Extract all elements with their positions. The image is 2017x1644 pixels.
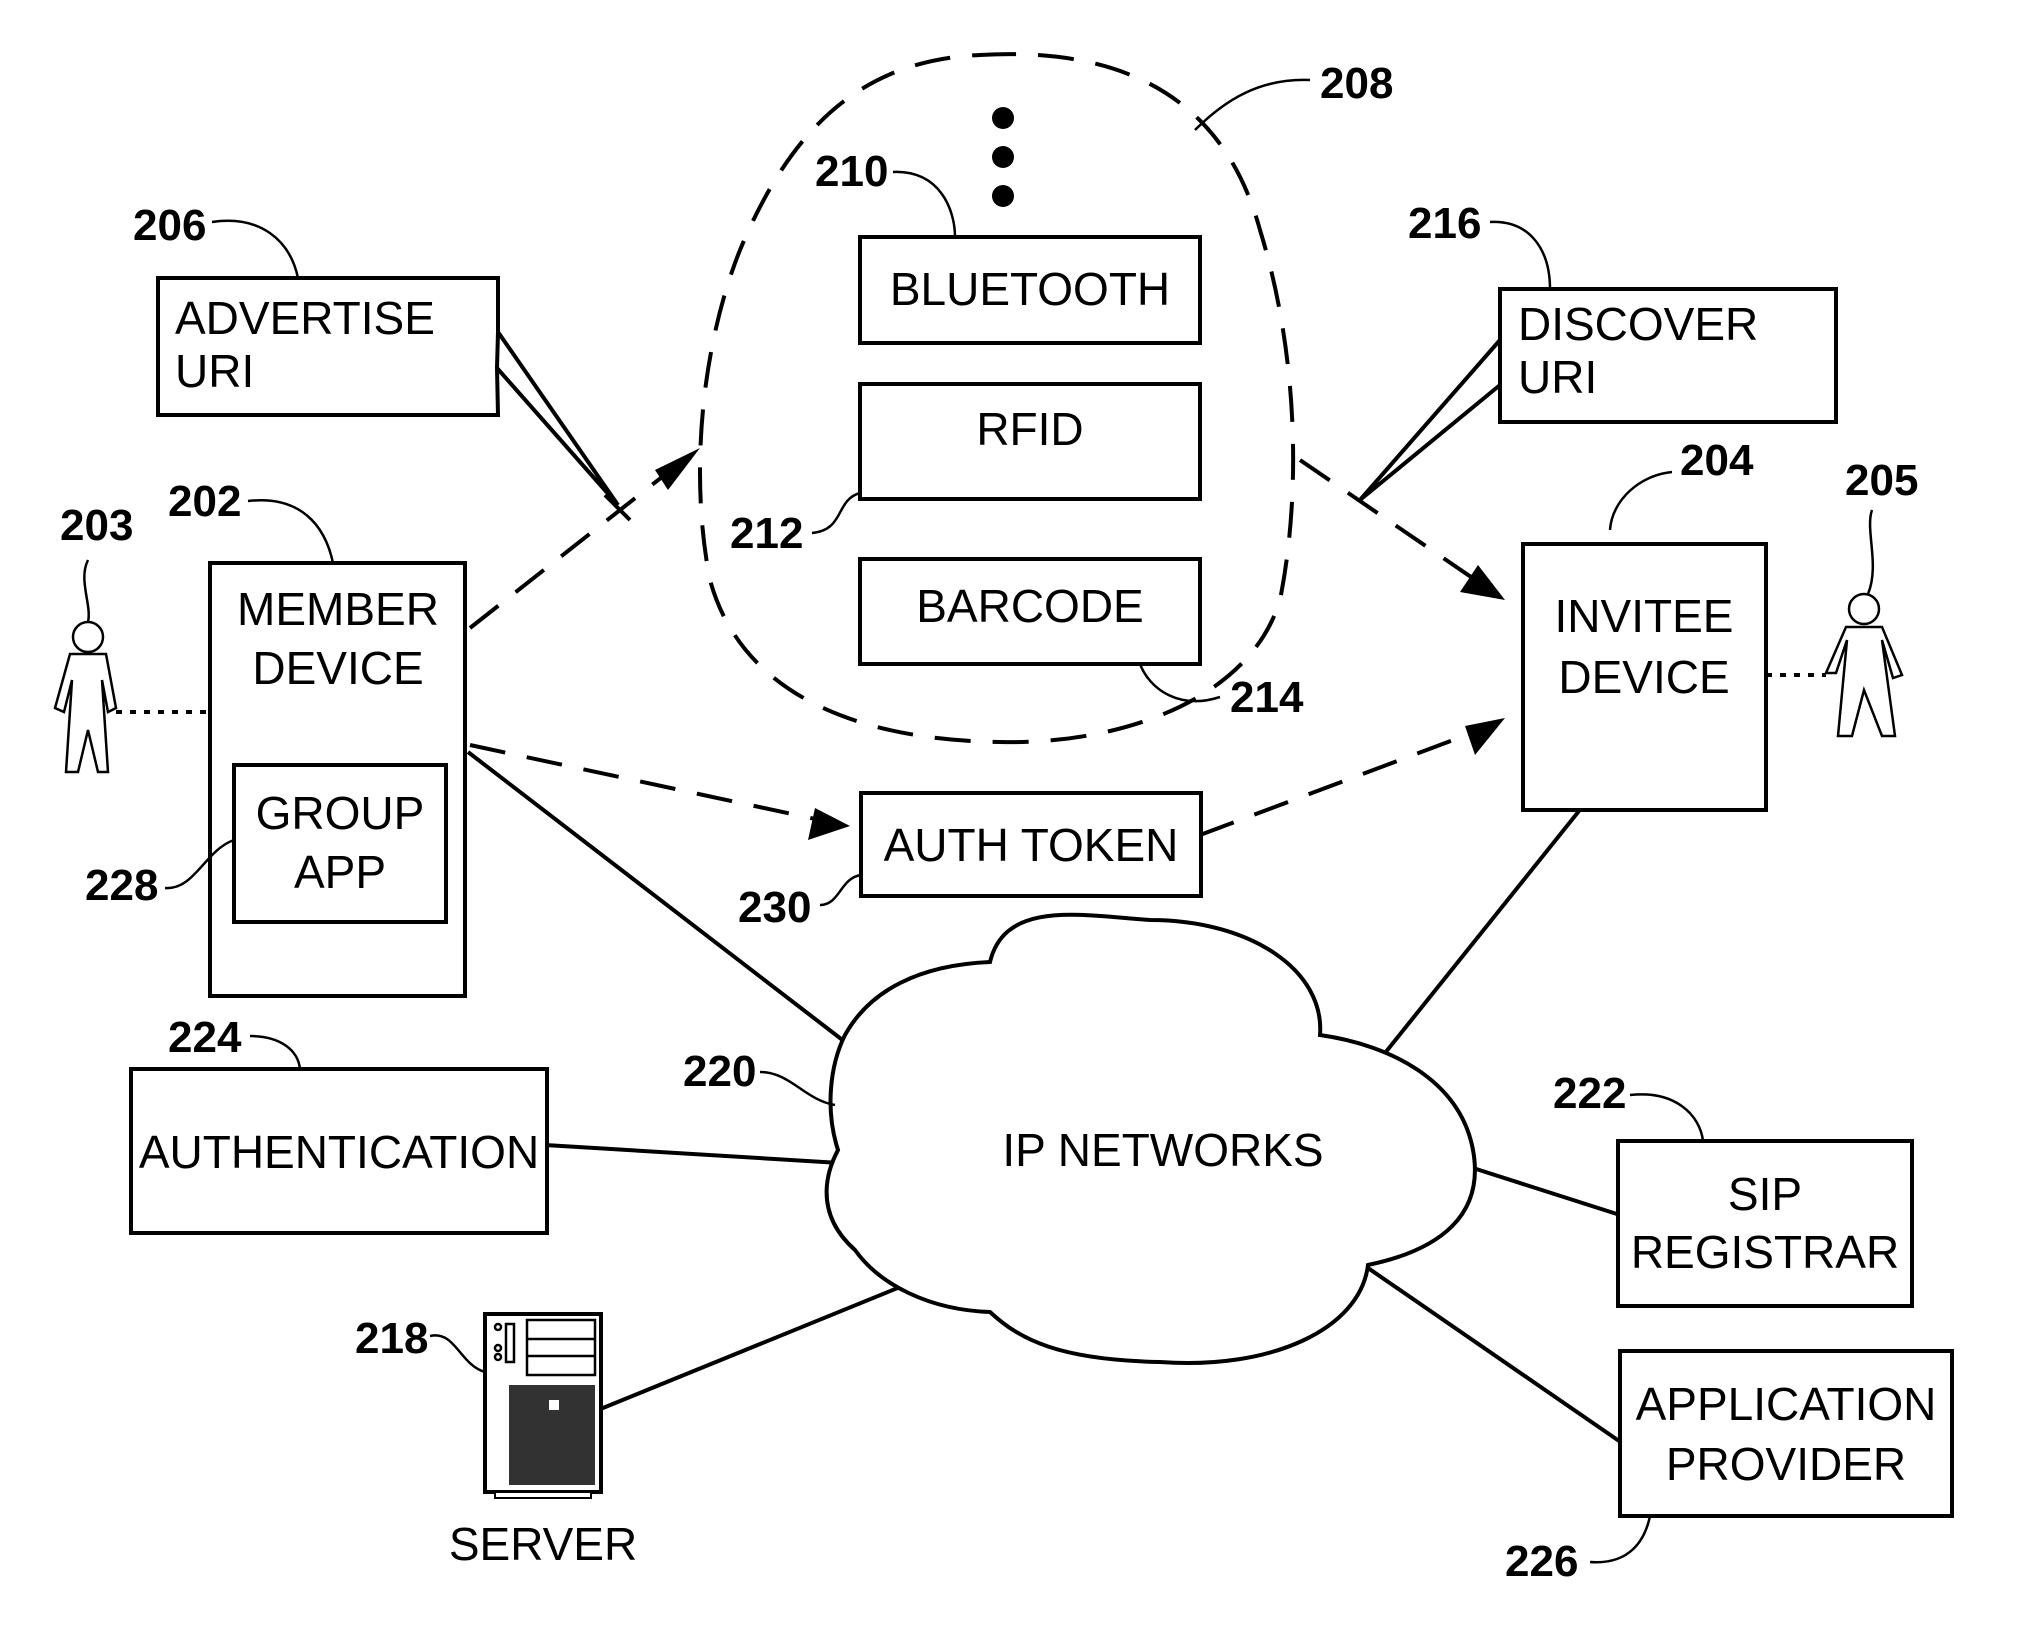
application-provider-box: APPLICATION PROVIDER <box>1618 1349 1954 1518</box>
leader-222 <box>1629 1093 1705 1142</box>
ref-226: 226 <box>1505 1537 1578 1586</box>
barcode-label: BARCODE <box>916 580 1143 632</box>
ref-222: 222 <box>1553 1069 1626 1118</box>
arrowhead <box>655 448 700 490</box>
member-device-label-2: DEVICE <box>252 642 423 694</box>
barcode-box: BARCODE <box>858 557 1202 666</box>
ref-228: 228 <box>85 861 158 910</box>
authentication-label: AUTHENTICATION <box>139 1126 539 1178</box>
leader-203 <box>83 559 90 623</box>
invitee-device-label: INVITEE <box>1555 590 1734 642</box>
leader-216 <box>1489 220 1552 290</box>
network-diagram: ADVERTISE URI DISCOVER URI MEMBER DEVICE… <box>53 52 1954 1586</box>
leader-226 <box>1589 1515 1652 1564</box>
ref-220: 220 <box>683 1047 756 1096</box>
token-to-invitee-arrow <box>1199 728 1481 837</box>
group-app-label: GROUP <box>256 787 425 839</box>
ref-210: 210 <box>815 147 888 196</box>
arrowhead <box>1460 565 1505 600</box>
member-to-token-arrow <box>469 743 821 822</box>
application-provider-label: APPLICATION <box>1636 1378 1937 1430</box>
leader-202 <box>247 498 335 564</box>
ref-202: 202 <box>168 477 241 526</box>
ref-216: 216 <box>1408 199 1481 248</box>
leader-208 <box>1194 78 1311 131</box>
leader-204 <box>1608 470 1673 531</box>
ip-networks-cloud: IP NETWORKS <box>824 912 1477 1365</box>
leader-230 <box>819 873 862 907</box>
server-label: SERVER <box>449 1518 637 1570</box>
ref-224: 224 <box>168 1013 242 1062</box>
advertise-uri-label: ADVERTISE <box>175 292 435 344</box>
discover-callout-tail <box>1358 338 1502 502</box>
app-provider-to-network-line <box>1366 1266 1624 1445</box>
ref-204: 204 <box>1680 436 1754 485</box>
ref-205: 205 <box>1845 456 1918 505</box>
group-app-label-2: APP <box>294 846 386 898</box>
discover-uri-label: DISCOVER <box>1518 298 1758 350</box>
authentication-box: AUTHENTICATION <box>129 1067 549 1235</box>
member-to-channels-arrow <box>468 453 692 630</box>
leader-212 <box>811 491 861 535</box>
ip-networks-label: IP NETWORKS <box>1002 1124 1323 1176</box>
ref-230: 230 <box>738 883 811 932</box>
bluetooth-box: BLUETOOTH <box>858 235 1202 345</box>
ref-214: 214 <box>1230 673 1304 722</box>
ref-208: 208 <box>1320 59 1393 108</box>
auth-token-box: AUTH TOKEN <box>859 791 1203 898</box>
leader-220 <box>759 1070 836 1107</box>
server-icon <box>483 1312 603 1499</box>
advertise-uri-box: ADVERTISE URI <box>156 276 501 417</box>
channels-to-invitee-arrow <box>1298 458 1492 592</box>
sip-to-network-line <box>1472 1166 1621 1217</box>
bluetooth-label: BLUETOOTH <box>890 263 1170 315</box>
arrowhead <box>1465 718 1505 755</box>
ref-206: 206 <box>133 201 206 250</box>
sip-registrar-label: SIP <box>1728 1168 1802 1220</box>
advertise-uri-label-2: URI <box>175 345 254 397</box>
rfid-label: RFID <box>976 403 1083 455</box>
leader-224 <box>249 1034 302 1070</box>
discover-uri-label-2: URI <box>1518 351 1597 403</box>
rfid-box: RFID <box>858 382 1202 501</box>
person-icon <box>53 620 118 774</box>
leader-218 <box>429 1334 486 1374</box>
authentication-to-network-line <box>544 1143 841 1165</box>
advertise-callout-tail <box>495 330 620 507</box>
leader-214 <box>1138 663 1221 703</box>
invitee-to-network-line <box>1375 774 1609 1065</box>
member-device-label: MEMBER <box>237 583 439 635</box>
arrowhead <box>808 808 850 840</box>
ref-203: 203 <box>60 501 133 550</box>
discover-uri-box: DISCOVER URI <box>1498 287 1838 424</box>
invitee-device-box: INVITEE DEVICE <box>1521 542 1768 812</box>
leader-210 <box>892 170 957 238</box>
ref-218: 218 <box>355 1314 428 1363</box>
invitee-device-label-2: DEVICE <box>1558 651 1729 703</box>
person-icon <box>1824 592 1904 738</box>
server-to-network-line <box>597 1283 906 1412</box>
leader-206 <box>211 219 300 279</box>
ref-212: 212 <box>730 509 803 558</box>
group-app-box: GROUP APP <box>232 763 448 924</box>
leader-205 <box>1866 509 1875 595</box>
application-provider-label-2: PROVIDER <box>1666 1438 1906 1490</box>
more-channels-icon <box>992 107 1014 207</box>
auth-token-label: AUTH TOKEN <box>884 819 1179 871</box>
sip-registrar-box: SIP REGISTRAR <box>1616 1139 1914 1308</box>
sip-registrar-label-2: REGISTRAR <box>1631 1226 1899 1278</box>
